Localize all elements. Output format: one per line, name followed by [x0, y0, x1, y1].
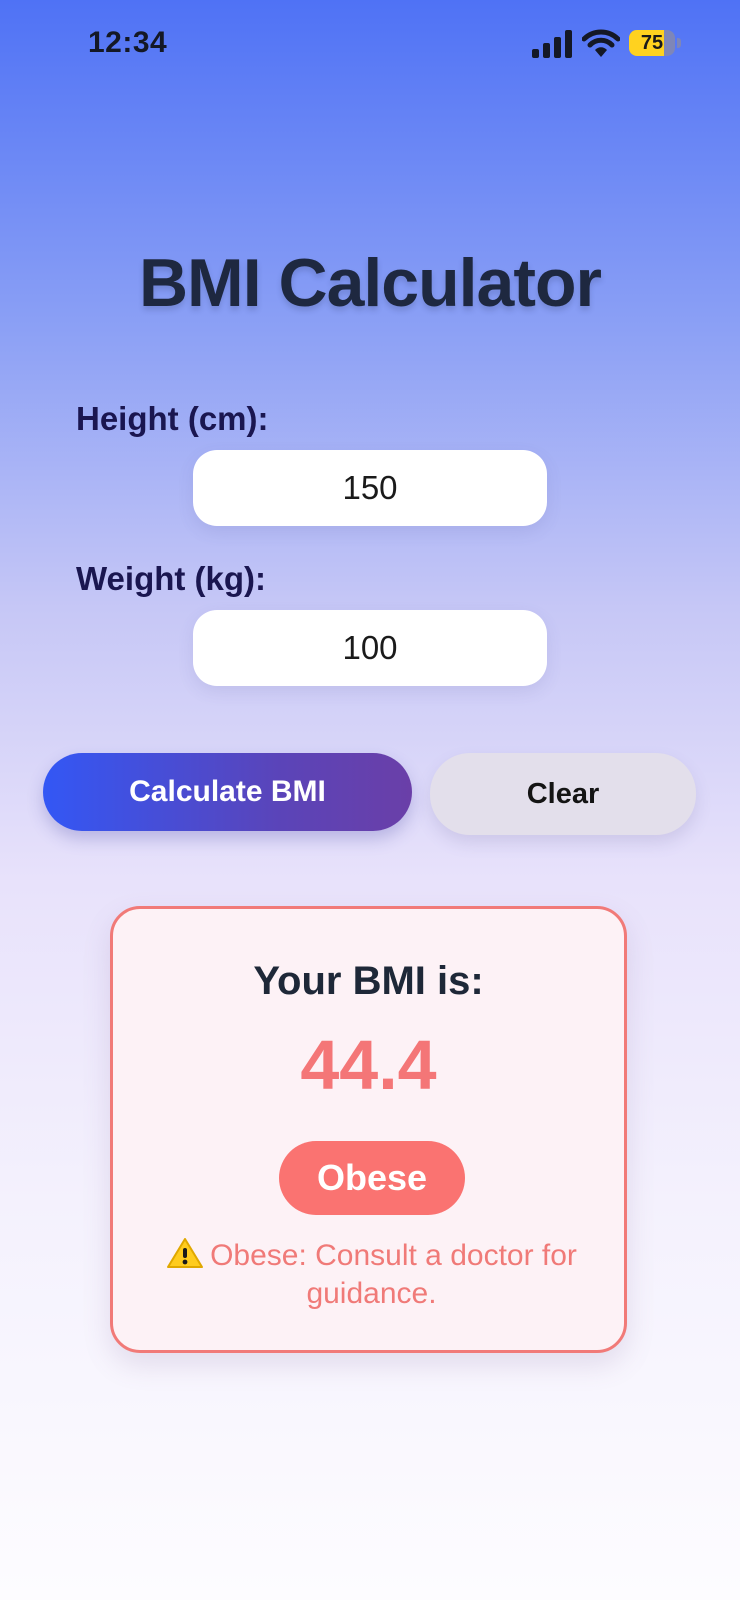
battery-level: 75 [640, 32, 664, 54]
signal-icon [532, 30, 572, 58]
height-input[interactable] [193, 450, 547, 526]
status-bar: 12:34 75 [0, 0, 740, 88]
calculate-bmi-button[interactable]: Calculate BMI [43, 753, 412, 831]
category-badge: Obese [279, 1141, 465, 1215]
battery-icon: 75 [629, 30, 681, 56]
page-title: BMI Calculator [138, 245, 602, 321]
wifi-icon [582, 29, 620, 57]
advice-text: Obese: Consult a doctor for guidance. [210, 1239, 577, 1310]
clear-button[interactable]: Clear [430, 753, 696, 835]
result-heading: Your BMI is: [253, 959, 484, 1003]
weight-input[interactable] [193, 610, 547, 686]
warning-icon [167, 1238, 204, 1268]
result-card: Your BMI is: 44.4 Obese Obese: Consult a… [110, 906, 627, 1353]
status-time: 12:34 [88, 26, 168, 59]
advice-message: Obese: Consult a doctor for guidance. [153, 1237, 590, 1313]
bmi-value: 44.4 [300, 1026, 437, 1104]
weight-label: Weight (kg): [76, 560, 267, 597]
height-label: Height (cm): [76, 400, 269, 437]
